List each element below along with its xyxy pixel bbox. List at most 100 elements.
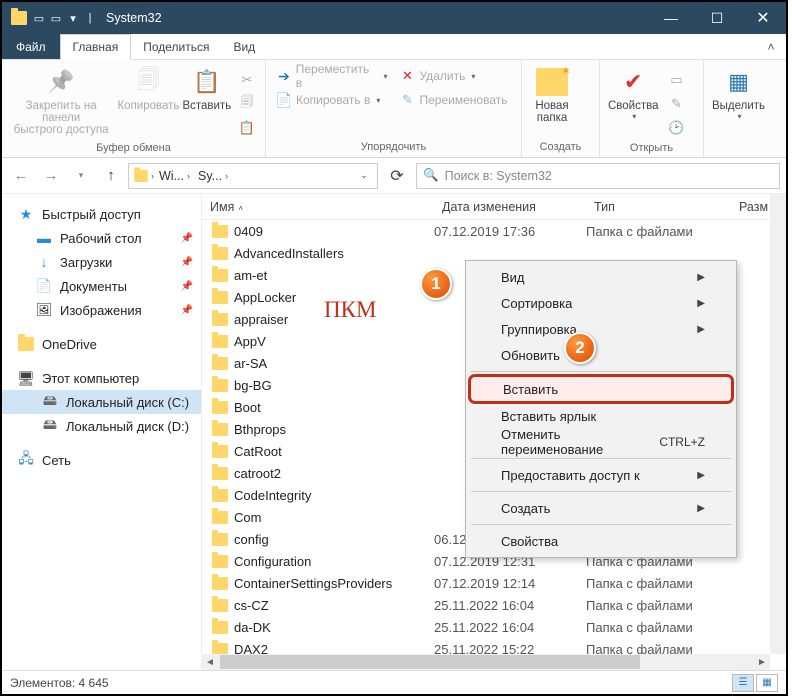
network-icon: 🖧 (18, 452, 34, 468)
file-date: 07.12.2019 12:14 (434, 576, 586, 591)
column-type[interactable]: Тип (586, 200, 731, 214)
folder-icon (212, 423, 228, 436)
move-icon (276, 68, 292, 84)
move-to-button[interactable]: Переместить в▾ (270, 64, 394, 88)
sidebar-item-quick-access[interactable]: ★Быстрый доступ (2, 202, 201, 226)
organize-group-label: Упорядочить (266, 139, 521, 157)
tab-home[interactable]: Главная (60, 34, 132, 60)
up-button[interactable]: ↑ (98, 163, 124, 189)
folder-icon (212, 599, 228, 612)
file-type: Папка с файлами (586, 576, 731, 591)
table-row[interactable]: da-DK25.11.2022 16:04Папка с файлами (202, 616, 786, 638)
navigation-pane[interactable]: ★Быстрый доступ ▬Рабочий стол📌 Загрузки📌… (2, 194, 202, 670)
sidebar-item-pictures[interactable]: Изображения📌 (2, 298, 201, 322)
search-input[interactable]: 🔍 Поиск в: System32 (416, 163, 780, 189)
folder-icon (212, 621, 228, 634)
ctx-properties[interactable]: Свойства (469, 528, 733, 554)
minimize-button[interactable]: — (648, 2, 694, 34)
scroll-right-icon[interactable]: ► (754, 657, 770, 668)
properties-button[interactable]: Свойства▾ (604, 64, 663, 123)
scroll-thumb[interactable] (220, 655, 640, 669)
ctx-undo-rename[interactable]: Отменить переименованиеCTRL+Z (469, 429, 733, 455)
table-row[interactable]: cs-CZ25.11.2022 16:04Папка с файлами (202, 594, 786, 616)
window-title: System32 (106, 11, 162, 25)
new-folder-icon (536, 66, 568, 98)
breadcrumb-segment-2[interactable]: Sy...› (195, 169, 231, 183)
ctx-paste[interactable]: Вставить (468, 374, 734, 404)
copy-to-button[interactable]: Копировать в▾ (270, 88, 394, 112)
folder-icon (212, 269, 228, 282)
chevron-right-icon[interactable]: › (151, 171, 154, 181)
copy-path-button[interactable]: 🗐 (233, 92, 261, 116)
address-dropdown-icon[interactable]: ⌄ (355, 170, 373, 181)
view-large-button[interactable]: ▦ (756, 674, 778, 692)
ribbon-collapse-icon[interactable]: ˄ (756, 34, 786, 59)
ctx-separator (471, 371, 731, 372)
create-group-label: Создать (522, 139, 599, 157)
pin-quickaccess-button[interactable]: Закрепить на панели быстрого доступа (6, 64, 116, 138)
edit-button[interactable]: ✎ (663, 92, 691, 116)
open-button[interactable]: ▭ (663, 68, 691, 92)
sidebar-item-network[interactable]: 🖧Сеть (2, 448, 201, 472)
view-details-button[interactable]: ☰ (732, 674, 754, 692)
pin-icon (45, 66, 77, 98)
qat-dropdown-icon[interactable]: ▾ (65, 10, 81, 26)
context-menu: Вид▶ Сортировка▶ Группировка▶ Обновить В… (465, 260, 737, 558)
table-row[interactable]: ContainerSettingsProviders07.12.2019 12:… (202, 572, 786, 594)
ctx-view[interactable]: Вид▶ (469, 264, 733, 290)
recent-dropdown[interactable]: ▾ (68, 163, 94, 189)
sidebar-item-disk-c[interactable]: 🖴Локальный диск (C:) (2, 390, 201, 414)
column-name[interactable]: Имя˄ (202, 200, 434, 214)
sidebar-item-onedrive[interactable]: OneDrive (2, 332, 201, 356)
sidebar-item-downloads[interactable]: Загрузки📌 (2, 250, 201, 274)
maximize-button[interactable]: ☐ (694, 2, 740, 34)
folder-icon (212, 533, 228, 546)
qat-newfolder-icon[interactable]: ▭ (48, 10, 64, 26)
ctx-share[interactable]: Предоставить доступ к▶ (469, 462, 733, 488)
vertical-scrollbar[interactable] (770, 194, 786, 654)
ctx-group[interactable]: Группировка▶ (469, 316, 733, 342)
folder-icon (212, 489, 228, 502)
back-button[interactable]: ← (8, 163, 34, 189)
delete-icon (400, 68, 416, 84)
rename-button[interactable]: Переименовать (394, 88, 518, 112)
paste-icon (191, 66, 223, 98)
open-group-label: Открыть (600, 140, 703, 158)
ctx-refresh[interactable]: Обновить (469, 342, 733, 368)
ctx-paste-shortcut[interactable]: Вставить ярлык (469, 403, 733, 429)
horizontal-scrollbar[interactable]: ◄ ► (202, 654, 770, 670)
sidebar-item-desktop[interactable]: ▬Рабочий стол📌 (2, 226, 201, 250)
sidebar-item-documents[interactable]: Документы📌 (2, 274, 201, 298)
folder-icon (212, 291, 228, 304)
forward-button[interactable]: → (38, 163, 64, 189)
ctx-create[interactable]: Создать▶ (469, 495, 733, 521)
scroll-left-icon[interactable]: ◄ (202, 657, 218, 668)
column-date[interactable]: Дата изменения (434, 200, 586, 214)
refresh-button[interactable]: ⟳ (382, 163, 412, 189)
breadcrumb-segment-1[interactable]: Wi...› (156, 169, 193, 183)
paste-shortcut-button[interactable]: 📋 (233, 116, 261, 140)
status-bar: Элементов: 4 645 ☰ ▦ (2, 670, 786, 694)
close-button[interactable]: ✕ (740, 2, 786, 34)
folder-icon (212, 225, 228, 238)
tab-view[interactable]: Вид (221, 34, 267, 59)
file-menu[interactable]: Файл (2, 34, 60, 59)
select-button[interactable]: Выделить▾ (708, 64, 769, 123)
address-bar[interactable]: › Wi...› Sy...› ⌄ (128, 163, 378, 189)
table-row[interactable]: 040907.12.2019 17:36Папка с файлами (202, 220, 786, 242)
sidebar-item-this-pc[interactable]: 🖥Этот компьютер (2, 366, 201, 390)
folder-icon (212, 401, 228, 414)
cut-button[interactable]: ✂ (233, 68, 261, 92)
ctx-sort[interactable]: Сортировка▶ (469, 290, 733, 316)
copy-icon (132, 66, 164, 98)
folder-icon (212, 379, 228, 392)
delete-button[interactable]: Удалить▾ (394, 64, 518, 88)
paste-button[interactable]: Вставить (181, 64, 233, 114)
new-folder-button[interactable]: Новая папка (526, 64, 578, 126)
history-button[interactable]: 🕑 (663, 116, 691, 140)
qat-properties-icon[interactable]: ▭ (31, 10, 47, 26)
annotation-badge-2: 2 (564, 332, 596, 364)
copy-button[interactable]: Копировать (116, 64, 180, 114)
tab-share[interactable]: Поделиться (131, 34, 221, 59)
sidebar-item-disk-d[interactable]: 🖴Локальный диск (D:) (2, 414, 201, 438)
